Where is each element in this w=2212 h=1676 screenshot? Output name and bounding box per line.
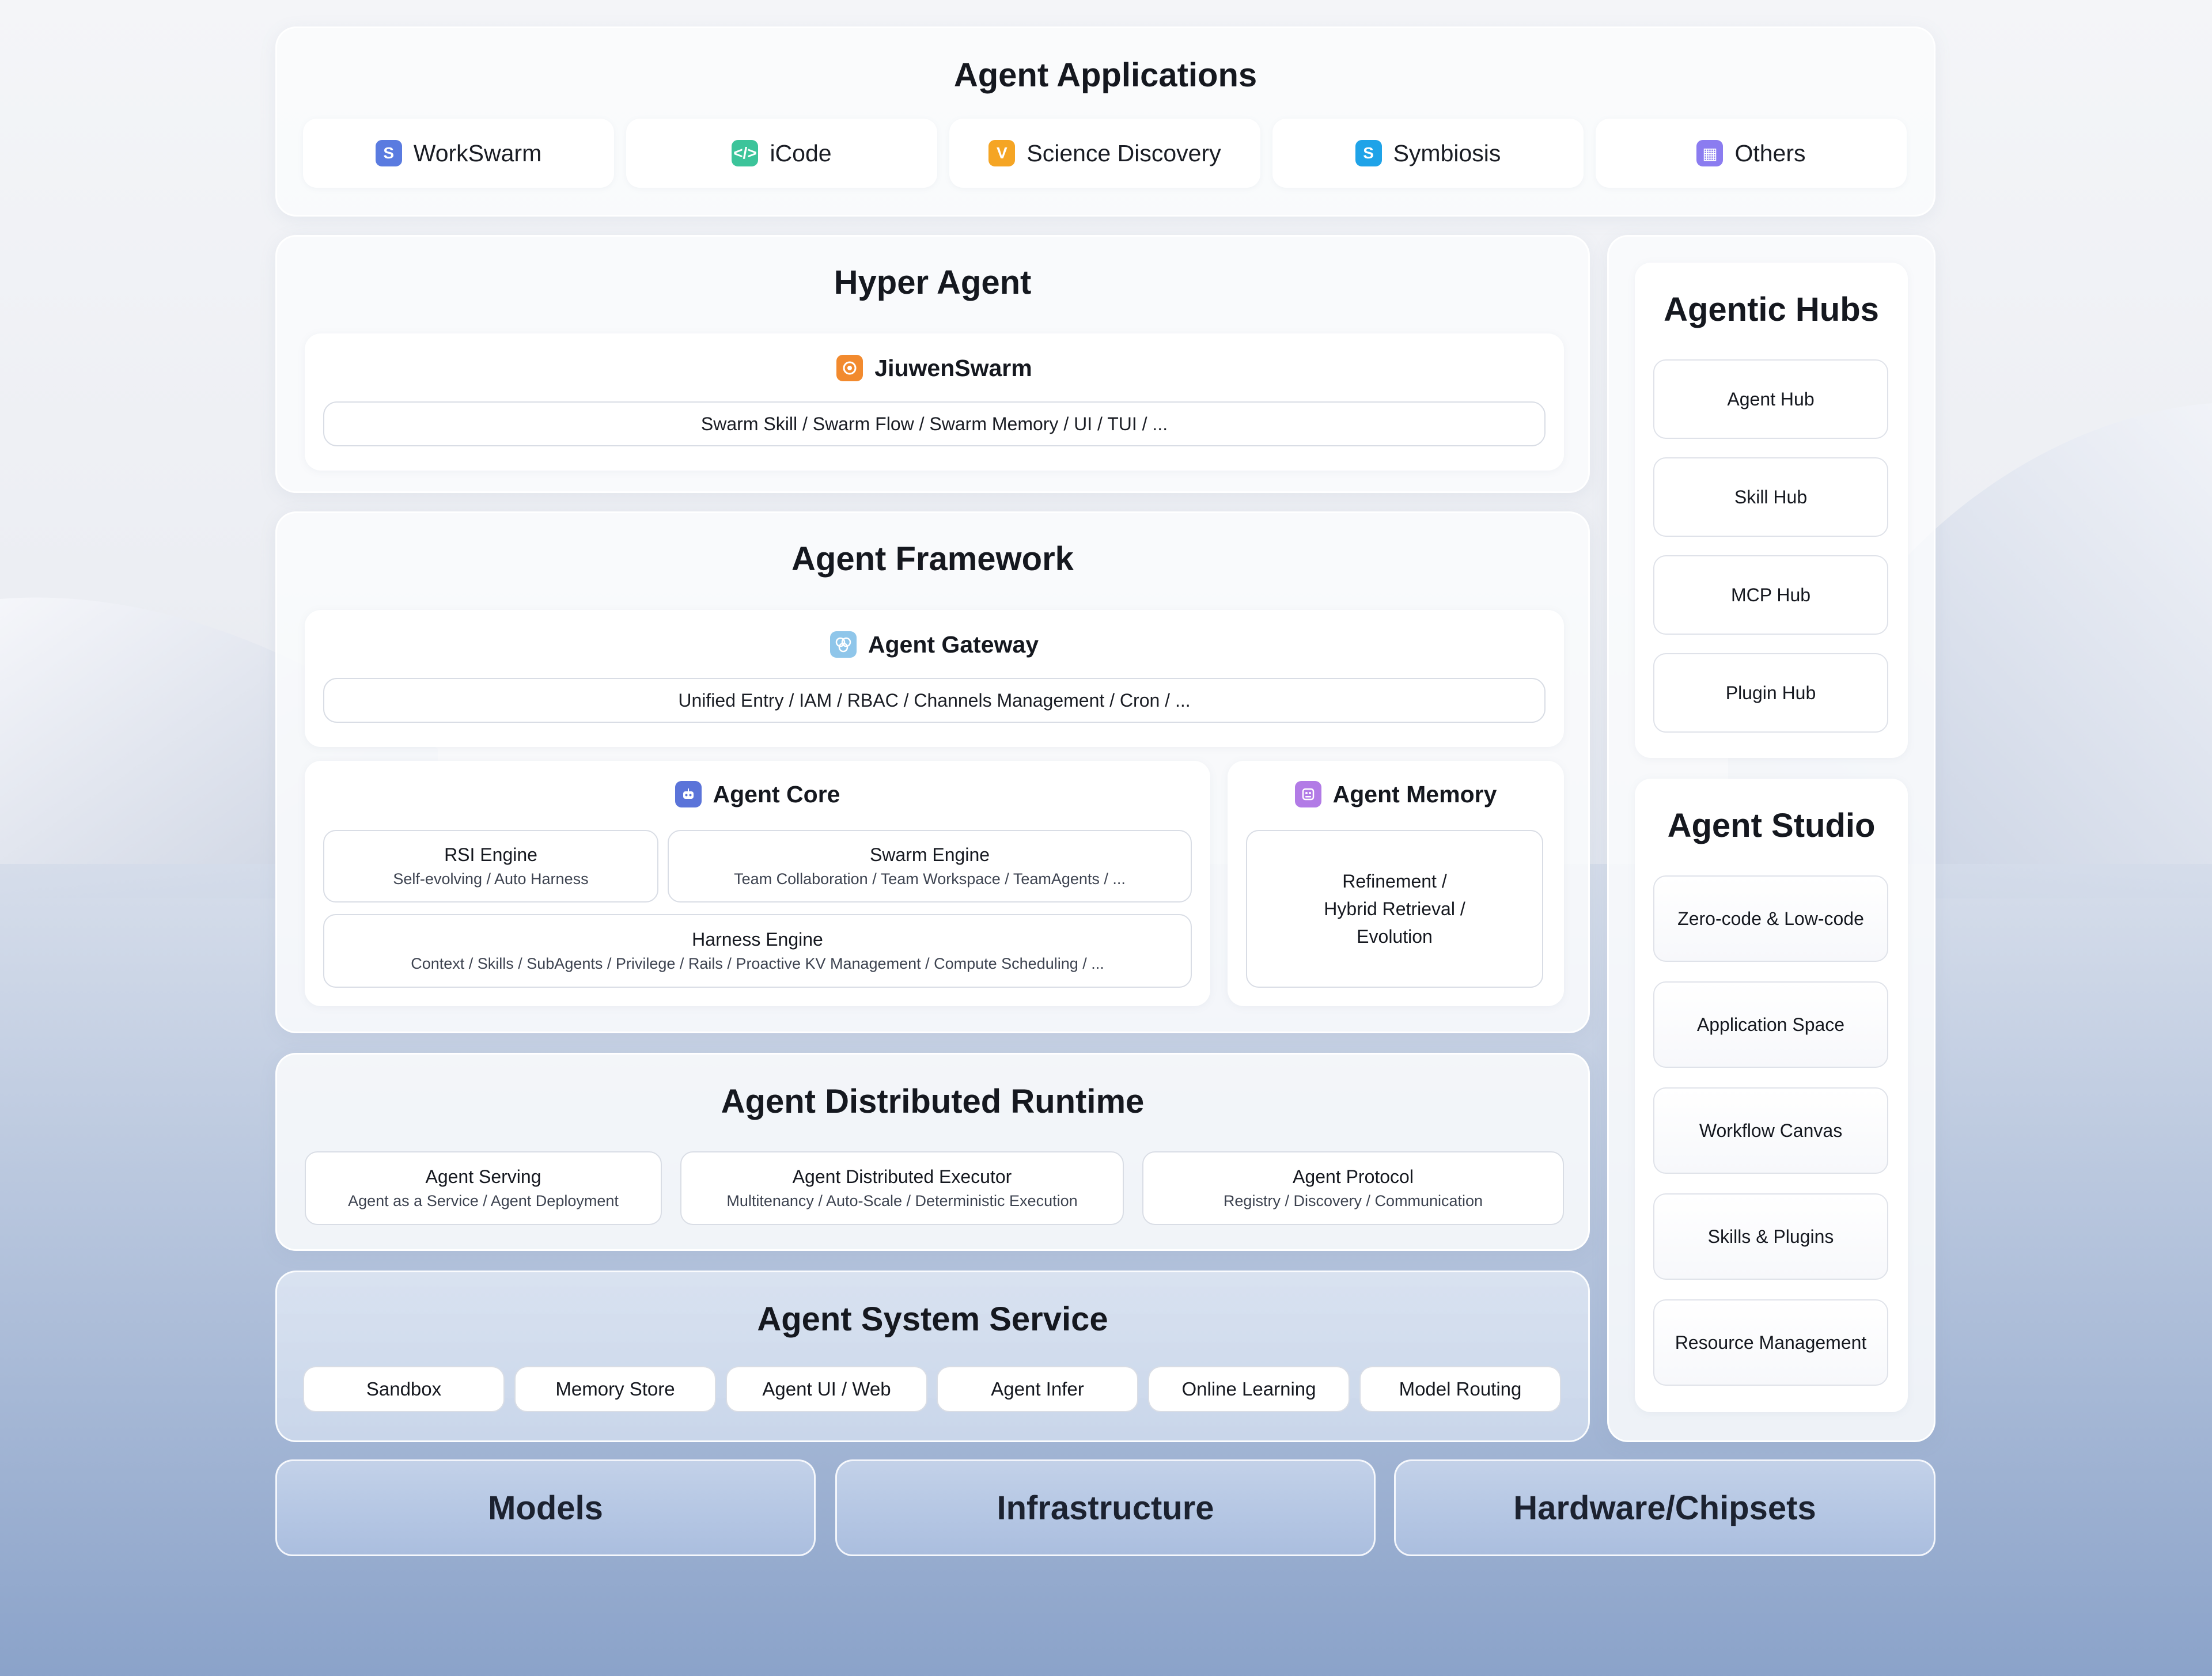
rsi-engine-desc: Self-evolving / Auto Harness — [393, 870, 589, 888]
runtime-agent-serving: Agent Serving Agent as a Service / Agent… — [305, 1151, 662, 1225]
system-service-item: Sandbox — [303, 1366, 505, 1412]
jiuwen-swarm-card: JiuwenSwarm Swarm Skill / Swarm Flow / S… — [305, 333, 1564, 471]
runtime-distributed-executor: Agent Distributed Executor Multitenancy … — [680, 1151, 1124, 1225]
science-v-icon: V — [988, 140, 1016, 166]
grid-icon: ▦ — [1696, 140, 1724, 166]
studio-item[interactable]: Workflow Canvas — [1653, 1087, 1888, 1174]
memory-line: Hybrid Retrieval / — [1324, 898, 1465, 919]
hub-item-plugin-hub[interactable]: Plugin Hub — [1653, 653, 1888, 733]
distributed-runtime-panel: Agent Distributed Runtime Agent Serving … — [275, 1053, 1590, 1251]
infrastructure-layer: Infrastructure — [835, 1459, 1376, 1556]
studio-item[interactable]: Resource Management — [1653, 1299, 1888, 1386]
runtime-item-title: Agent Distributed Executor — [792, 1166, 1012, 1187]
studio-item[interactable]: Application Space — [1653, 981, 1888, 1068]
agent-applications-title: Agent Applications — [953, 56, 1257, 94]
agent-memory-heading: Agent Memory — [1228, 777, 1564, 812]
rsi-engine-title: RSI Engine — [444, 844, 537, 865]
app-label: Science Discovery — [1027, 139, 1221, 166]
swarm-engine-title: Swarm Engine — [869, 844, 990, 865]
agent-framework-panel: Agent Framework Agent Gateway Unified En… — [275, 511, 1590, 1033]
code-icon: </> — [732, 140, 759, 166]
symbiosis-s-icon: S — [1355, 140, 1382, 166]
models-layer: Models — [275, 1459, 816, 1556]
system-service-item: Model Routing — [1359, 1366, 1561, 1412]
harness-engine-desc: Context / Skills / SubAgents / Privilege… — [411, 955, 1104, 972]
hyper-agent-panel: Hyper Agent JiuwenSwarm Swarm Skill / Sw… — [275, 235, 1590, 493]
hub-item-agent-hub[interactable]: Agent Hub — [1653, 359, 1888, 439]
agent-gateway-heading: Agent Gateway — [305, 627, 1564, 662]
runtime-item-desc: Multitenancy / Auto-Scale / Deterministi… — [726, 1192, 1078, 1209]
studio-item[interactable]: Zero-code & Low-code — [1653, 875, 1888, 962]
distributed-runtime-title: Agent Distributed Runtime — [721, 1083, 1145, 1120]
agent-memory-title: Agent Memory — [1332, 780, 1497, 807]
workswarm-s-icon: S — [375, 140, 402, 166]
agentic-hubs-title: Agentic Hubs — [1664, 291, 1879, 328]
rsi-engine-box: RSI Engine Self-evolving / Auto Harness — [323, 830, 658, 903]
runtime-item-desc: Registry / Discovery / Communication — [1223, 1192, 1483, 1209]
jiuwen-swarm-desc: Swarm Skill / Swarm Flow / Swarm Memory … — [323, 401, 1546, 446]
app-card-icode[interactable]: </> iCode — [626, 119, 937, 188]
hardware-chipsets-layer: Hardware/Chipsets — [1394, 1459, 1936, 1556]
robot-icon — [675, 781, 702, 807]
memory-line: Evolution — [1357, 926, 1433, 947]
system-service-title: Agent System Service — [757, 1300, 1108, 1338]
system-service-panel: Agent System Service — [275, 1271, 1590, 1442]
app-label: Symbiosis — [1393, 139, 1501, 166]
app-label: WorkSwarm — [413, 139, 542, 166]
hub-item-skill-hub[interactable]: Skill Hub — [1653, 457, 1888, 537]
app-card-workswarm[interactable]: S WorkSwarm — [303, 119, 614, 188]
system-service-item: Agent UI / Web — [726, 1366, 927, 1412]
swarm-icon — [836, 355, 863, 381]
swarm-engine-box: Swarm Engine Team Collaboration / Team W… — [668, 830, 1192, 903]
app-card-symbiosis[interactable]: S Symbiosis — [1272, 119, 1584, 188]
jiuwen-swarm-title: JiuwenSwarm — [874, 354, 1032, 381]
agent-gateway-card: Agent Gateway Unified Entry / IAM / RBAC… — [305, 610, 1564, 747]
app-card-science-discovery[interactable]: V Science Discovery — [949, 119, 1260, 188]
agent-framework-title: Agent Framework — [791, 540, 1074, 578]
app-label: Others — [1734, 139, 1806, 166]
system-service-item: Online Learning — [1148, 1366, 1350, 1412]
gateway-icon — [830, 631, 857, 658]
hub-item-mcp-hub[interactable]: MCP Hub — [1653, 555, 1888, 635]
system-service-item: Agent Infer — [937, 1366, 1138, 1412]
hyper-agent-title: Hyper Agent — [834, 264, 1032, 301]
agent-gateway-title: Agent Gateway — [868, 631, 1039, 658]
studio-item[interactable]: Skills & Plugins — [1653, 1193, 1888, 1280]
app-label: iCode — [770, 139, 832, 166]
runtime-item-title: Agent Protocol — [1293, 1166, 1414, 1187]
memory-line: Refinement / — [1342, 871, 1447, 892]
runtime-item-desc: Agent as a Service / Agent Deployment — [348, 1192, 619, 1209]
app-card-others[interactable]: ▦ Others — [1596, 119, 1907, 188]
agent-memory-box: Refinement / Hybrid Retrieval / Evolutio… — [1246, 830, 1543, 988]
agent-memory-card: Agent Memory Refinement / Hybrid Retriev… — [1228, 761, 1564, 1006]
runtime-item-title: Agent Serving — [425, 1166, 541, 1187]
system-service-item: Memory Store — [514, 1366, 716, 1412]
harness-engine-title: Harness Engine — [692, 929, 823, 950]
jiuwen-swarm-heading: JiuwenSwarm — [305, 351, 1564, 385]
runtime-agent-protocol: Agent Protocol Registry / Discovery / Co… — [1142, 1151, 1564, 1225]
memory-icon — [1294, 781, 1321, 807]
swarm-engine-desc: Team Collaboration / Team Workspace / Te… — [734, 870, 1126, 888]
agent-core-card: Agent Core RSI Engine Self-evolving / Au… — [305, 761, 1210, 1006]
agent-gateway-desc: Unified Entry / IAM / RBAC / Channels Ma… — [323, 678, 1546, 723]
harness-engine-box: Harness Engine Context / Skills / SubAge… — [323, 914, 1192, 988]
agent-core-title: Agent Core — [713, 780, 840, 807]
agent-core-heading: Agent Core — [305, 777, 1210, 812]
agent-studio-title: Agent Studio — [1667, 807, 1876, 844]
